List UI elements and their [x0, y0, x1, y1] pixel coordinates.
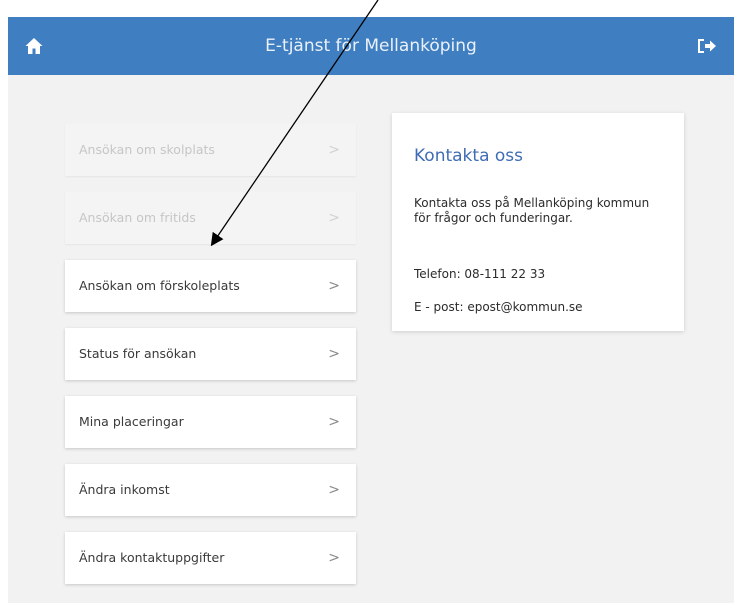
logout-icon[interactable] [696, 37, 718, 55]
menu-item-forskoleplats[interactable]: Ansökan om förskoleplats > [65, 260, 356, 312]
chevron-right-icon: > [328, 346, 340, 362]
page-title: E-tjänst för Mellanköping [265, 36, 477, 56]
menu-item-label: Ändra kontaktuppgifter [79, 550, 225, 565]
menu-item-kontaktuppgifter[interactable]: Ändra kontaktuppgifter > [65, 532, 356, 584]
menu-item-label: Mina placeringar [79, 414, 184, 429]
menu-item-fritids: Ansökan om fritids > [65, 192, 356, 244]
service-menu: Ansökan om skolplats > Ansökan om fritid… [65, 124, 356, 600]
menu-item-label: Ansökan om fritids [79, 210, 196, 225]
menu-item-label: Ansökan om förskoleplats [79, 278, 240, 293]
menu-item-inkomst[interactable]: Ändra inkomst > [65, 464, 356, 516]
menu-item-placeringar[interactable]: Mina placeringar > [65, 396, 356, 448]
chevron-right-icon: > [328, 142, 340, 158]
top-bar: E-tjänst för Mellanköping [8, 17, 734, 75]
menu-item-skolplats: Ansökan om skolplats > [65, 124, 356, 176]
chevron-right-icon: > [328, 550, 340, 566]
contact-email: E - post: epost@kommun.se [414, 300, 583, 314]
menu-item-label: Ansökan om skolplats [79, 142, 215, 157]
contact-description: Kontakta oss på Mellanköping kommun för … [414, 196, 650, 225]
menu-item-label: Status för ansökan [79, 346, 197, 361]
contact-phone: Telefon: 08-111 22 33 [414, 267, 546, 281]
chevron-right-icon: > [328, 210, 340, 226]
menu-item-status[interactable]: Status för ansökan > [65, 328, 356, 380]
contact-title: Kontakta oss [414, 146, 524, 166]
contact-card: Kontakta oss Kontakta oss på Mellanköpin… [392, 113, 684, 331]
chevron-right-icon: > [328, 482, 340, 498]
chevron-right-icon: > [328, 278, 340, 294]
app-window: E-tjänst för Mellanköping Ansökan om sko… [8, 17, 734, 603]
menu-item-label: Ändra inkomst [79, 482, 170, 497]
chevron-right-icon: > [328, 414, 340, 430]
